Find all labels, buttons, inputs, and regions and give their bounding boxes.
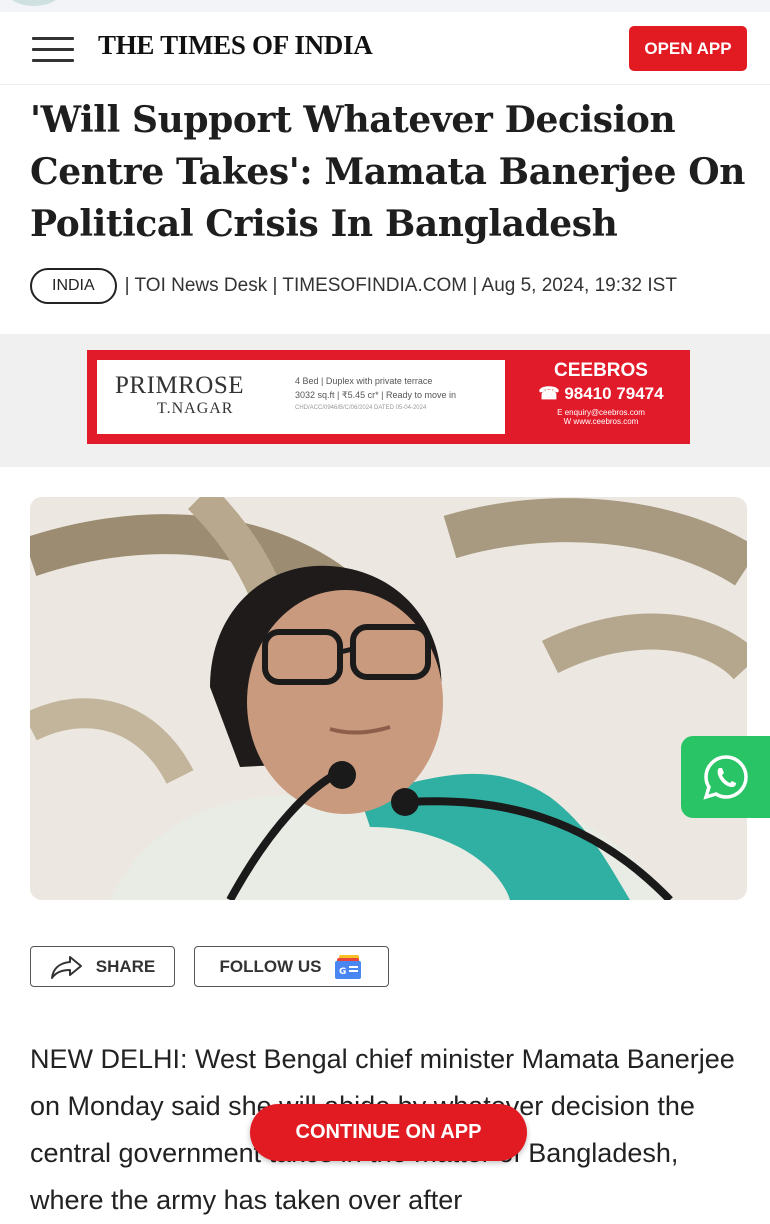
article-actions: SHARE FOLLOW US G: [30, 946, 389, 987]
byline: | TOI News Desk | TIMESOFINDIA.COM | Aug…: [124, 275, 677, 296]
ad-banner-area: PRIMROSE T.NAGAR 4 Bed | Duplex with pri…: [0, 334, 770, 467]
follow-us-button[interactable]: FOLLOW US G: [194, 946, 389, 987]
ad-contact: CEEBROS ☎ 98410 79474 E enquiry@ceebros.…: [519, 360, 683, 426]
section-tag[interactable]: INDIA: [30, 268, 117, 304]
share-label: SHARE: [95, 956, 156, 976]
article-headline: 'Will Support Whatever Decision Centre T…: [30, 99, 745, 245]
open-app-button[interactable]: OPEN APP: [629, 26, 747, 71]
phone-icon: ☎: [538, 384, 560, 403]
share-arrow-icon: [50, 955, 82, 979]
whatsapp-share-button[interactable]: [681, 736, 770, 818]
ad-banner[interactable]: PRIMROSE T.NAGAR 4 Bed | Duplex with pri…: [87, 350, 690, 444]
ad-location: T.NAGAR: [157, 400, 234, 417]
avatar: [6, 0, 62, 6]
ad-reg-number: CHD/ACC/0946/B/C/06/2024 DATED 05-04-202…: [295, 405, 427, 411]
ad-content: PRIMROSE T.NAGAR 4 Bed | Duplex with pri…: [97, 360, 505, 434]
ad-phone: ☎ 98410 79474: [519, 384, 683, 404]
hamburger-icon[interactable]: [32, 37, 74, 63]
article-photo[interactable]: [30, 497, 747, 900]
ad-detail: 4 Bed | Duplex with private terrace: [295, 376, 433, 386]
svg-text:G: G: [339, 967, 346, 977]
ad-phone-number: 98410 79474: [564, 384, 664, 403]
whatsapp-icon: [702, 755, 748, 800]
ad-brand: PRIMROSE: [115, 372, 245, 399]
site-logo[interactable]: THE TIMES OF INDIA: [98, 30, 373, 61]
share-button[interactable]: SHARE: [30, 946, 175, 987]
status-strip: [0, 0, 770, 12]
continue-on-app-button[interactable]: CONTINUE ON APP: [250, 1104, 527, 1161]
ad-email: E enquiry@ceebros.com: [557, 408, 645, 417]
ad-web: W www.ceebros.com: [563, 417, 639, 426]
google-news-icon: G: [335, 954, 362, 979]
site-header: THE TIMES OF INDIA OPEN APP: [0, 12, 770, 85]
follow-label: FOLLOW US: [219, 956, 322, 976]
ad-advertiser: CEEBROS: [554, 360, 648, 381]
ad-detail: 3032 sq.ft | ₹5.45 cr* | Ready to move i…: [295, 390, 456, 400]
article-meta: INDIA | TOI News Desk | TIMESOFINDIA.COM…: [30, 268, 677, 304]
